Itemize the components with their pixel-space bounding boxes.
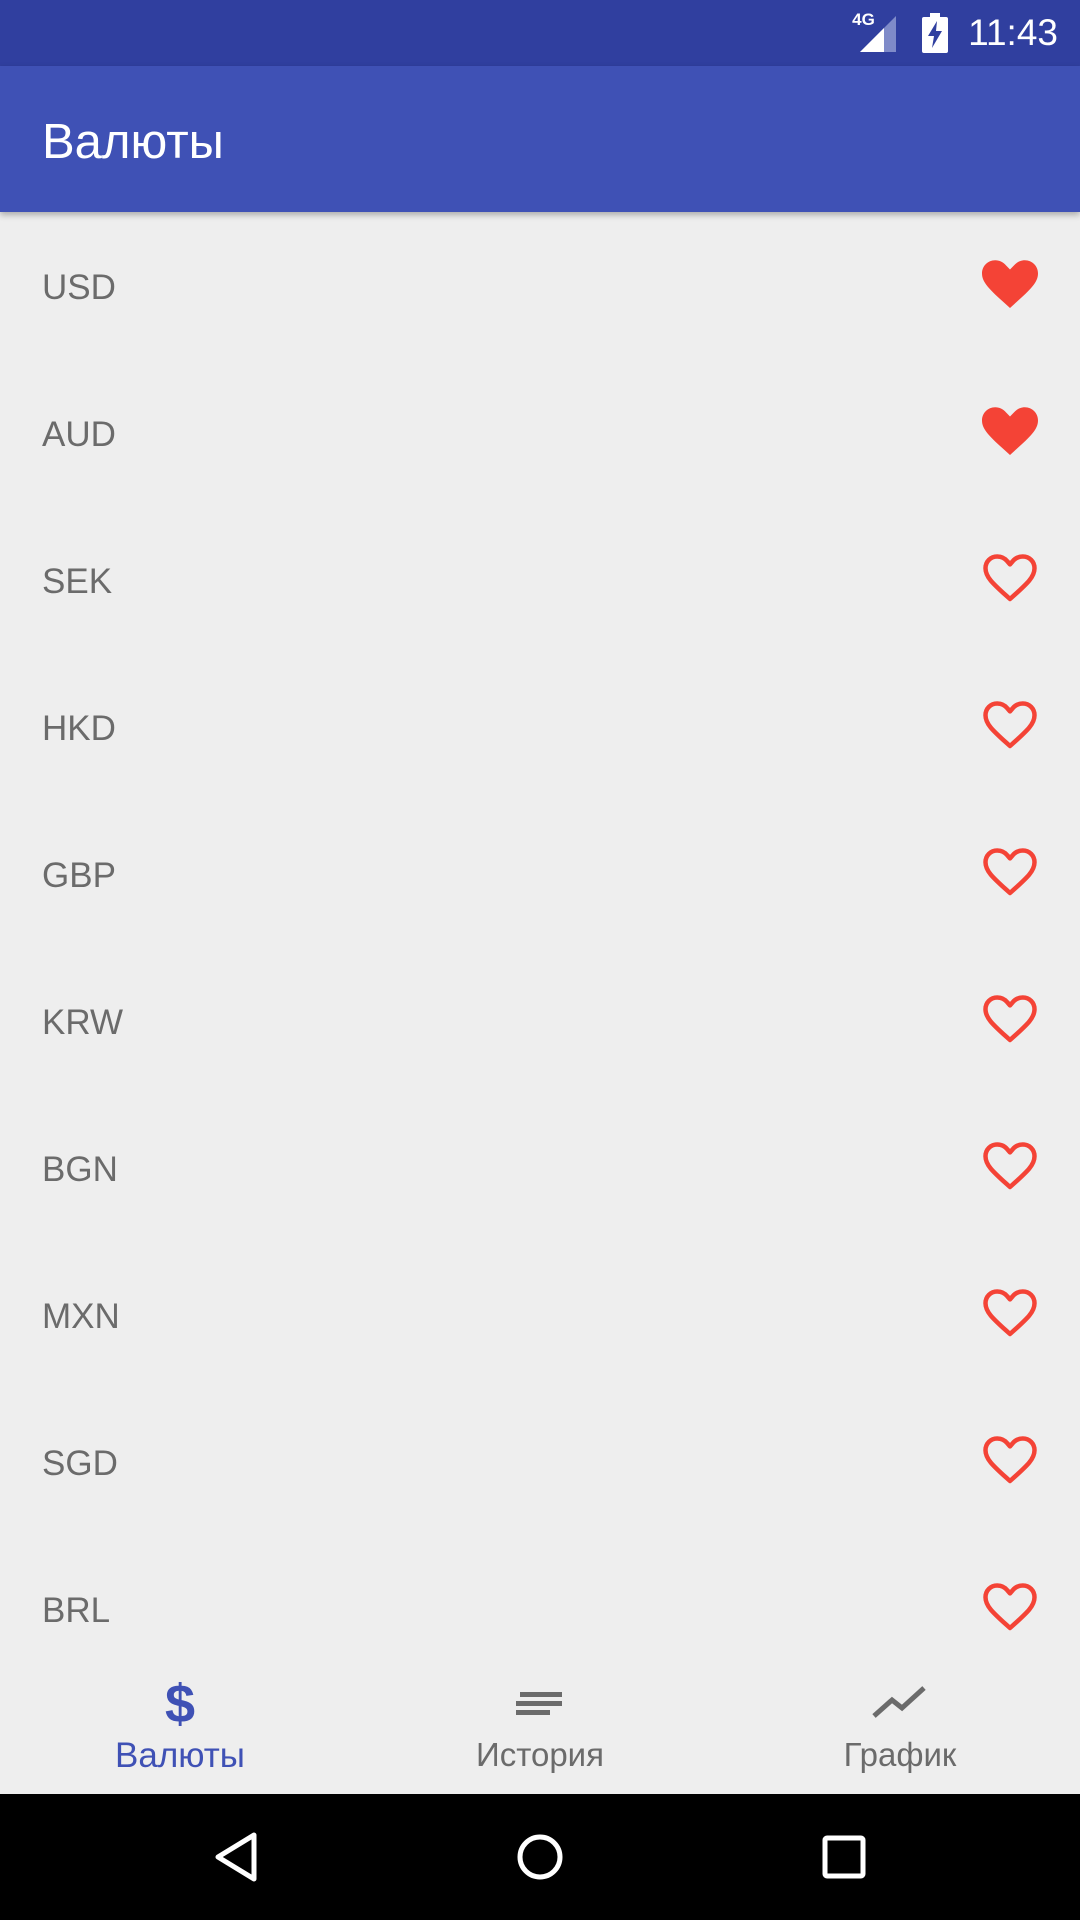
currency-code: BRL bbox=[42, 1591, 111, 1630]
currency-row[interactable]: USD bbox=[0, 212, 1080, 359]
home-icon[interactable] bbox=[510, 1827, 570, 1887]
nav-tab-history[interactable]: История bbox=[360, 1650, 720, 1794]
back-icon[interactable] bbox=[206, 1827, 266, 1887]
heart-outline-icon[interactable] bbox=[982, 699, 1038, 751]
currency-row[interactable]: BRL bbox=[0, 1535, 1080, 1660]
currency-row[interactable]: SGD bbox=[0, 1388, 1080, 1535]
screen: 4G 11:43 Валюты USD AUD SEK HKD GBP KRW BGN MXN… bbox=[0, 0, 1080, 1920]
currency-row[interactable]: MXN bbox=[0, 1241, 1080, 1388]
currency-row[interactable]: AUD bbox=[0, 359, 1080, 506]
system-navigation-bar bbox=[0, 1794, 1080, 1920]
bottom-navigation: $ Валюты История График bbox=[0, 1650, 1080, 1794]
nav-tab-currencies[interactable]: $ Валюты bbox=[0, 1650, 360, 1794]
currency-code: KRW bbox=[42, 1003, 124, 1042]
dollar-icon: $ bbox=[165, 1674, 195, 1730]
heart-outline-icon[interactable] bbox=[982, 1140, 1038, 1192]
heart-outline-icon[interactable] bbox=[982, 993, 1038, 1045]
page-title: Валюты bbox=[42, 115, 224, 169]
currency-row[interactable]: SEK bbox=[0, 506, 1080, 653]
nav-tab-chart[interactable]: График bbox=[720, 1650, 1080, 1794]
currency-row[interactable]: GBP bbox=[0, 800, 1080, 947]
currency-code: SGD bbox=[42, 1444, 118, 1483]
heart-outline-icon[interactable] bbox=[982, 1287, 1038, 1339]
nav-label-currencies: Валюты bbox=[115, 1736, 245, 1775]
status-icons: 4G 11:43 bbox=[852, 0, 1058, 66]
currency-code: SEK bbox=[42, 562, 113, 601]
currency-list[interactable]: USD AUD SEK HKD GBP KRW BGN MXN SGD BRL bbox=[0, 212, 1080, 1660]
status-time: 11:43 bbox=[968, 12, 1058, 53]
heart-filled-icon[interactable] bbox=[982, 405, 1038, 457]
currency-row[interactable]: HKD bbox=[0, 653, 1080, 800]
currency-code: HKD bbox=[42, 709, 116, 748]
currency-row[interactable]: BGN bbox=[0, 1094, 1080, 1241]
trending-chart-icon bbox=[872, 1686, 926, 1718]
recents-icon[interactable] bbox=[814, 1827, 874, 1887]
currency-row[interactable]: KRW bbox=[0, 947, 1080, 1094]
heart-outline-icon[interactable] bbox=[982, 846, 1038, 898]
svg-text:$: $ bbox=[165, 1674, 195, 1730]
app-bar: Валюты bbox=[0, 66, 1080, 212]
currency-code: BGN bbox=[42, 1150, 118, 1189]
heart-outline-icon[interactable] bbox=[982, 552, 1038, 604]
heart-outline-icon[interactable] bbox=[982, 1581, 1038, 1633]
currency-code: USD bbox=[42, 268, 116, 307]
history-lines-icon bbox=[516, 1692, 562, 1715]
currency-code: MXN bbox=[42, 1297, 120, 1336]
status-bar: 4G 11:43 bbox=[0, 0, 1080, 66]
heart-outline-icon[interactable] bbox=[982, 1434, 1038, 1486]
nav-label-chart: График bbox=[843, 1736, 957, 1773]
currency-code: AUD bbox=[42, 415, 116, 454]
nav-label-history: История bbox=[476, 1736, 604, 1773]
battery-charging-icon bbox=[922, 13, 949, 53]
signal-icon: 4G bbox=[852, 10, 900, 54]
currency-code: GBP bbox=[42, 856, 116, 895]
heart-filled-icon[interactable] bbox=[982, 258, 1038, 310]
